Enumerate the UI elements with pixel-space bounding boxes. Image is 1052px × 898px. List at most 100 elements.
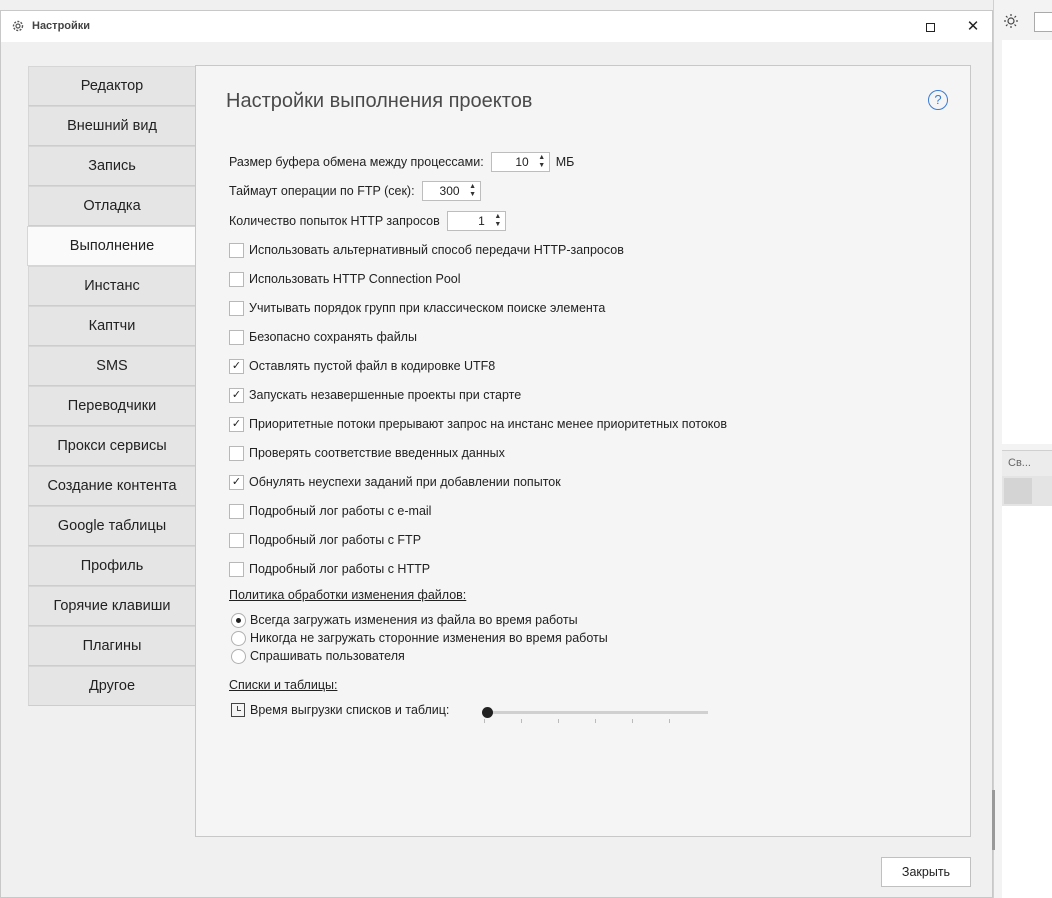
http-attempts-stepper[interactable]: 1 ▲ ▼ [446,211,506,231]
checkbox[interactable]: ✓ [229,474,244,490]
ftp-timeout-stepper[interactable]: 300 ▲ ▼ [421,181,481,201]
nav-item[interactable]: Переводчики [28,386,196,426]
nav-item[interactable]: Горячие клавиши [28,586,196,626]
nav-item[interactable]: Внешний вид [28,106,196,146]
stepper-arrows-icon[interactable]: ▲ ▼ [469,183,477,199]
checkbox-label: Подробный лог работы с HTTP [249,562,431,576]
stepper-arrows-icon[interactable]: ▲ ▼ [494,213,502,229]
background-panel-tab[interactable]: Св... [1002,450,1052,476]
checkbox-row[interactable]: ✓ Приоритетные потоки прерывают запрос на… [229,415,727,433]
slider-tick [484,719,485,723]
checkbox[interactable] [229,271,244,287]
radio-button[interactable] [231,648,246,664]
radio-option[interactable]: Спрашивать пользователя [231,648,405,664]
ftp-timeout-label: Таймаут операции по FTP (сек): [229,184,415,198]
checkbox-label: Приоритетные потоки прерывают запрос на … [249,417,727,431]
background-app-panel: Св... [993,0,1052,898]
settings-content: Настройки выполнения проектов ? Размер б… [195,65,971,837]
lists-heading: Списки и таблицы: [229,678,338,692]
checkbox-label: Обнулять неуспехи заданий при добавлении… [249,475,561,489]
checkbox[interactable] [229,242,244,258]
checkbox-row[interactable]: ✓ Обнулять неуспехи заданий при добавлени… [229,473,561,491]
checkbox-label: Использовать альтернативный способ перед… [249,243,624,257]
checkbox-label: Проверять соответствие введенных данных [249,446,505,460]
nav-item[interactable]: Каптчи [28,306,196,346]
title-bar: Настройки ✕ [1,11,992,42]
background-panel-toolbar [1002,476,1052,506]
checkbox-row[interactable]: Подробный лог работы с HTTP [229,560,430,578]
help-icon[interactable]: ? [928,90,948,110]
scrollbar[interactable] [992,790,995,850]
checkbox[interactable] [229,532,244,548]
clock-icon [231,703,245,717]
checkbox[interactable] [229,329,244,345]
stepper-arrows-icon[interactable]: ▲ ▼ [538,154,546,170]
checkbox-row[interactable]: Использовать альтернативный способ перед… [229,241,624,259]
radio-option[interactable]: Никогда не загружать сторонние изменения… [231,630,608,646]
checkbox-row[interactable]: ✓ Оставлять пустой файл в кодировке UTF8 [229,357,495,375]
nav-item[interactable]: Плагины [28,626,196,666]
checkbox-row[interactable]: Подробный лог работы с e-mail [229,502,431,520]
lists-slider-track[interactable] [484,711,708,714]
slider-tick [595,719,596,723]
close-button[interactable]: Закрыть [881,857,971,887]
checkbox[interactable]: ✓ [229,387,244,403]
checkbox[interactable]: ✓ [229,358,244,374]
checkbox-label: Оставлять пустой файл в кодировке UTF8 [249,359,496,373]
checkbox[interactable] [229,445,244,461]
slider-tick [521,719,522,723]
lists-slider-thumb[interactable] [482,707,493,718]
nav-item[interactable]: Профиль [28,546,196,586]
nav-item[interactable]: Отладка [28,186,196,226]
checkbox[interactable]: ✓ [229,416,244,432]
document-icon[interactable] [1004,478,1032,504]
lists-slider-row: Время выгрузки списков и таблиц: [231,703,449,717]
checkbox-row[interactable]: Подробный лог работы с FTP [229,531,421,549]
nav-item[interactable]: Создание контента [28,466,196,506]
slider-tick [669,719,670,723]
checkbox-label: Учитывать порядок групп при классическом… [249,301,606,315]
nav-item[interactable]: Google таблицы [28,506,196,546]
buffer-size-unit: МБ [555,155,575,169]
settings-nav: Редактор Внешний вид Запись Отладка Выполнен… [27,66,196,706]
buffer-size-label: Размер буфера обмена между процессами: [229,155,484,169]
radio-button[interactable] [231,630,246,646]
theme-sun-icon[interactable] [1004,14,1018,28]
ftp-timeout-row: Таймаут операции по FTP (сек): 300 ▲ ▼ [229,181,481,201]
nav-item[interactable]: Запись [28,146,196,186]
radio-option[interactable]: Всегда загружать изменения из файла во в… [231,612,578,628]
nav-item[interactable]: Другое [28,666,196,706]
buffer-size-row: Размер буфера обмена между процессами: 1… [229,152,574,172]
checkbox[interactable] [229,503,244,519]
checkbox-label: Подробный лог работы с e-mail [249,504,432,518]
checkbox-row[interactable]: ✓ Запускать незавершенные проекты при ста… [229,386,521,404]
maximize-button[interactable] [916,13,946,41]
checkbox-row[interactable]: Проверять соответствие введенных данных [229,444,505,462]
slider-tick [558,719,559,723]
checkbox-label: Запускать незавершенные проекты при стар… [249,388,522,402]
nav-item[interactable]: Инстанс [28,266,196,306]
http-attempts-row: Количество попыток HTTP запросов 1 ▲ ▼ [229,211,506,231]
checkbox-label: Использовать HTTP Connection Pool [249,272,461,286]
checkbox-row[interactable]: Безопасно сохранять файлы [229,328,417,346]
checkbox-row[interactable]: Учитывать порядок групп при классическом… [229,299,605,317]
radio-label: Всегда загружать изменения из файла во в… [250,613,578,627]
maximize-icon [926,23,935,32]
close-window-button[interactable]: ✕ [958,13,988,41]
page-title: Настройки выполнения проектов [226,90,533,112]
radio-button[interactable] [231,612,246,628]
checkbox-row[interactable]: Использовать HTTP Connection Pool [229,270,461,288]
radio-label: Спрашивать пользователя [250,649,405,663]
slider-tick [632,719,633,723]
nav-item[interactable]: SMS [28,346,196,386]
checkbox[interactable] [229,561,244,577]
file-policy-heading: Политика обработки изменения файлов: [229,588,467,602]
buffer-size-stepper[interactable]: 10 ▲ ▼ [490,152,550,172]
checkbox[interactable] [229,300,244,316]
nav-item[interactable]: Выполнение [27,226,196,266]
radio-label: Никогда не загружать сторонние изменения… [250,631,608,645]
background-input[interactable] [1034,12,1052,32]
http-attempts-label: Количество попыток HTTP запросов [229,214,440,228]
nav-item[interactable]: Прокси сервисы [28,426,196,466]
nav-item[interactable]: Редактор [28,66,196,106]
